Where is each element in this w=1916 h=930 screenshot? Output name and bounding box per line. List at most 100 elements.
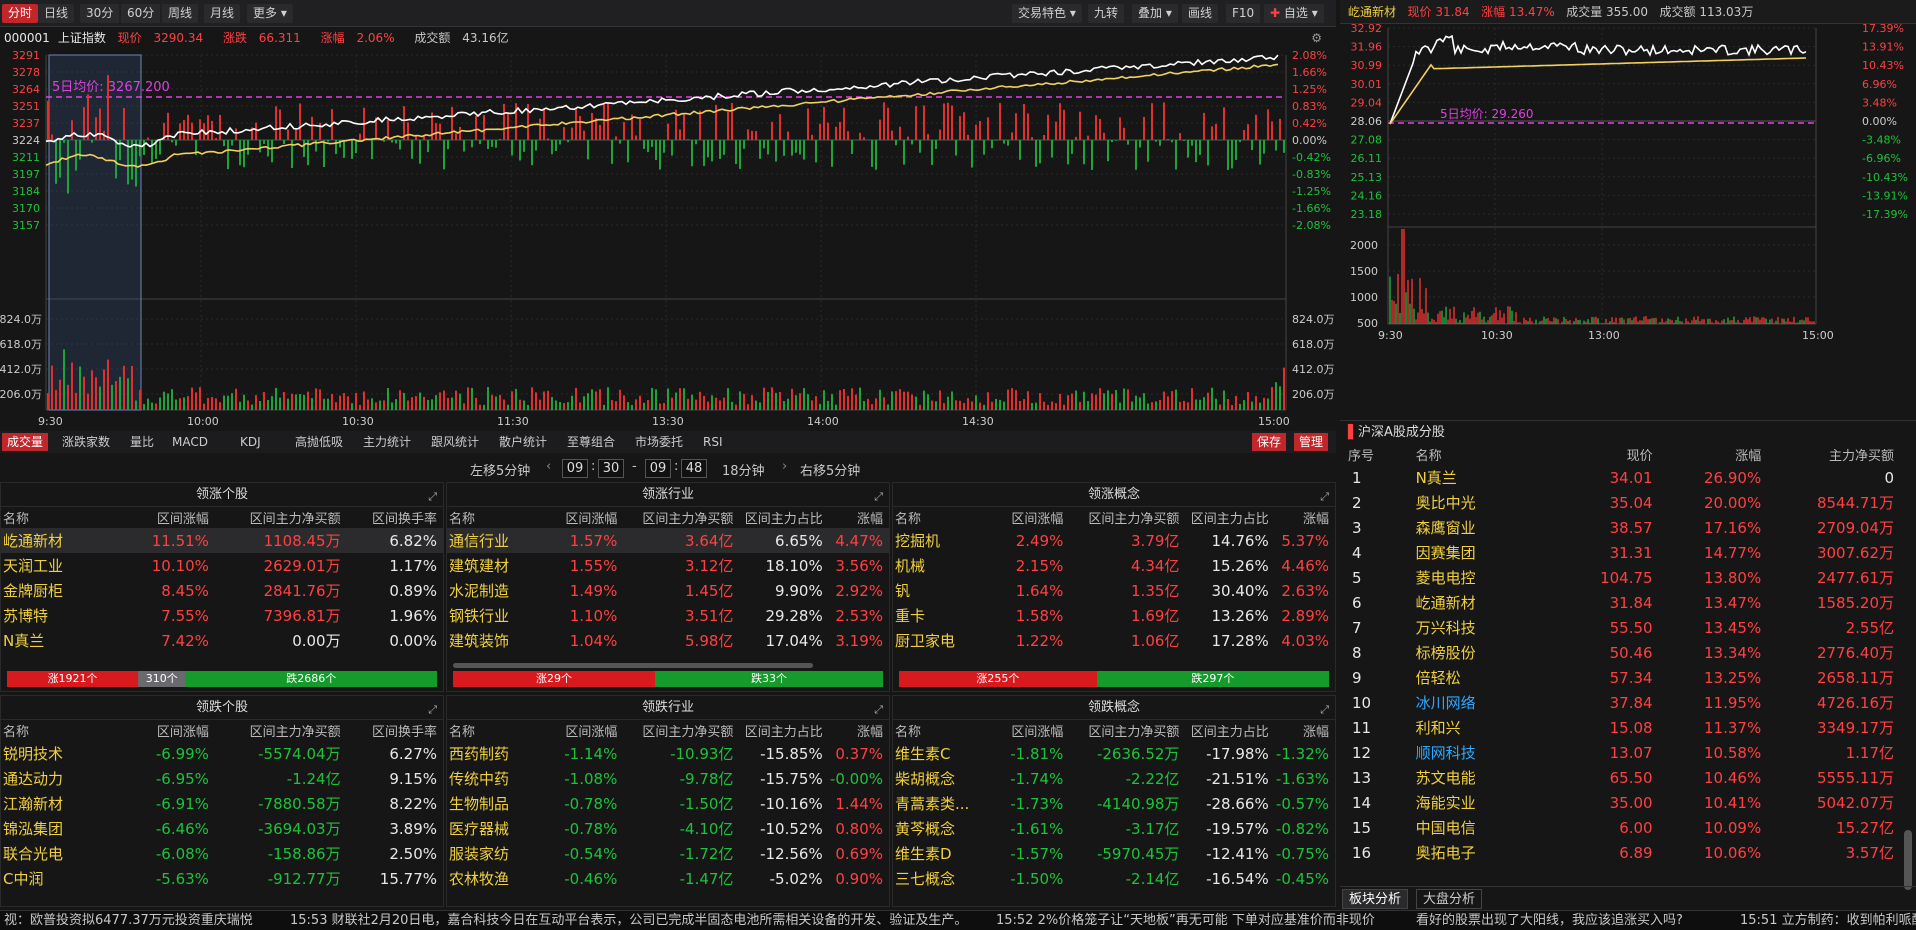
column-header[interactable]: 区间主力占比 [1185,720,1274,741]
expand-icon[interactable]: ⤢ [874,698,883,722]
table-row[interactable]: 农林牧渔 -0.46% -1.47亿 -5.02% 0.90% [447,866,889,891]
column-header[interactable]: 区间主力净买额 [1069,507,1185,528]
table-row[interactable]: 黄芩概念 -1.61% -3.17亿 -19.57% -0.82% [893,816,1335,841]
column-header[interactable]: 区间涨幅 [119,507,215,528]
indicator-tab[interactable]: 至尊组合 [562,433,620,451]
table-row[interactable]: 西药制药 -1.14% -10.93亿 -15.85% 0.37% [447,741,889,766]
end-minute-input[interactable]: 48 [681,459,707,478]
table-row[interactable]: 天润工业 10.10% 2629.01万 1.17% [1,553,443,578]
overlay-dropdown[interactable]: 叠加 ▾ [1132,4,1178,23]
column-header[interactable]: 区间涨幅 [989,720,1069,741]
list-item[interactable]: 13 苏文电能 65.50 10.46% 5555.11万 [1340,765,1900,790]
list-item[interactable]: 2 奥比中光 35.04 20.00% 8544.71万 [1340,490,1900,515]
ticker-item[interactable]: 视：欧普投资拟6477.37万元投资重庆瑞悦 [4,911,253,930]
start-hour-input[interactable]: 09 [562,459,588,478]
shift-left-button[interactable]: 左移5分钟 [470,460,530,479]
stock-intraday-chart[interactable]: 32.92 17.39% 31.96 13.91% 30.99 10.43% 30.01 6.… [1340,24,1916,416]
table-row[interactable]: 建筑建材 1.55% 3.12亿 18.10% 3.56% [447,553,889,578]
indicator-tab[interactable]: 散户统计 [494,433,552,451]
horizontal-scrollbar[interactable] [453,663,813,668]
table-row[interactable]: 锐明技术 -6.99% -5574.04万 6.27% [1,741,443,766]
list-item[interactable]: 3 森鹰窗业 38.57 17.16% 2709.04万 [1340,515,1900,540]
list-item[interactable]: 9 倍轻松 57.34 13.25% 2658.11万 [1340,665,1900,690]
table-row[interactable]: 江瀚新材 -6.91% -7880.58万 8.22% [1,791,443,816]
column-header[interactable]: 涨幅 [1275,720,1335,741]
table-row[interactable]: 厨卫家电 1.22% 1.06亿 17.28% 4.03% [893,628,1335,653]
nine-turn-button[interactable]: 九转 [1088,4,1125,23]
column-header[interactable]: 名称 [1,720,119,741]
indicator-tab[interactable]: KDJ [235,433,266,451]
table-row[interactable]: 通达动力 -6.95% -1.24亿 9.15% [1,766,443,791]
arrow-left-icon[interactable]: ‹ [546,459,551,474]
indicator-tab[interactable]: MACD [167,433,213,451]
column-header[interactable]: 区间主力净买额 [623,507,739,528]
list-item[interactable]: 7 万兴科技 55.50 13.45% 2.55亿 [1340,615,1900,640]
column-header[interactable]: 名称 [893,507,989,528]
column-header[interactable]: 区间换手率 [347,507,443,528]
settings-gear-icon[interactable]: ⚙ [1311,27,1322,49]
column-header[interactable]: 涨幅 [829,720,889,741]
column-header[interactable]: 区间主力净买额 [623,720,739,741]
table-row[interactable]: 维生素D -1.57% -5970.45万 -12.41% -0.75% [893,841,1335,866]
tab-60min[interactable]: 60分 [121,4,161,23]
start-minute-input[interactable]: 30 [598,459,624,478]
column-header[interactable]: 区间涨幅 [989,507,1069,528]
column-header[interactable]: 序号 [1340,444,1408,465]
column-header[interactable]: 涨幅 [829,507,889,528]
list-item[interactable]: 6 屹通新材 31.84 13.47% 1585.20万 [1340,590,1900,615]
list-item[interactable]: 11 利和兴 15.08 11.37% 3349.17万 [1340,715,1900,740]
table-row[interactable]: 苏博特 7.55% 7396.81万 1.96% [1,603,443,628]
table-row[interactable]: 挖掘机 2.49% 3.79亿 14.76% 5.37% [893,528,1335,553]
ticker-item[interactable]: 看好的股票出现了大阳线，我应该追涨买入吗? [1416,911,1683,930]
draw-line-button[interactable]: 画线 [1182,4,1219,23]
manage-button[interactable]: 管理 [1294,433,1329,451]
column-header[interactable]: 区间主力净买额 [1069,720,1185,741]
column-header[interactable]: 主力净买额 [1767,444,1900,465]
column-header[interactable]: 涨幅 [1659,444,1768,465]
tab-monthly[interactable]: 月线 [204,4,241,23]
tab-market-analysis[interactable]: 大盘分析 [1416,889,1483,909]
indicator-tab[interactable]: 市场委托 [630,433,688,451]
column-header[interactable]: 名称 [447,507,543,528]
table-row[interactable]: 重卡 1.58% 1.69亿 13.26% 2.89% [893,603,1335,628]
table-row[interactable]: N真兰 7.42% 0.00万 0.00% [1,628,443,653]
table-row[interactable]: 建筑装饰 1.04% 5.98亿 17.04% 3.19% [447,628,889,653]
indicator-tab[interactable]: 跟风统计 [426,433,484,451]
f10-button[interactable]: F10 [1226,4,1261,23]
expand-icon[interactable]: ⤢ [428,485,437,509]
list-item[interactable]: 15 中国电信 6.00 10.09% 15.27亿 [1340,815,1900,840]
tab-weekly[interactable]: 周线 [162,4,199,23]
column-header[interactable]: 区间涨幅 [543,507,623,528]
table-row[interactable]: 柴胡概念 -1.74% -2.22亿 -21.51% -1.63% [893,766,1335,791]
list-item[interactable]: 10 冰川网络 37.84 11.95% 4726.16万 [1340,690,1900,715]
ticker-item[interactable]: 15:52 2%价格笼子让“天地板”再无可能 下单对应基准价而非现价 [996,911,1375,930]
table-row[interactable]: 服装家纺 -0.54% -1.72亿 -12.56% 0.69% [447,841,889,866]
list-scrollbar[interactable] [1904,830,1912,890]
table-row[interactable]: 维生素C -1.81% -2636.52万 -17.98% -1.32% [893,741,1335,766]
column-header[interactable]: 现价 [1540,444,1658,465]
table-row[interactable]: 传统中药 -1.08% -9.78亿 -15.75% -0.00% [447,766,889,791]
list-item[interactable]: 1 N真兰 34.01 26.90% 0 [1340,465,1900,490]
column-header[interactable]: 涨幅 [1275,507,1335,528]
shift-right-button[interactable]: 右移5分钟 [800,460,860,479]
indicator-tab[interactable]: 成交量 [2,433,49,451]
column-header[interactable]: 名称 [447,720,543,741]
table-row[interactable]: 钢铁行业 1.10% 3.51亿 29.28% 2.53% [447,603,889,628]
tab-30min[interactable]: 30分 [80,4,120,23]
indicator-tab[interactable]: RSI [698,433,728,451]
save-button[interactable]: 保存 [1252,433,1287,451]
more-dropdown[interactable]: 更多 ▾ [247,4,293,23]
table-row[interactable]: C中润 -5.63% -912.77万 15.77% [1,866,443,891]
indicator-tab[interactable]: 量比 [125,433,159,451]
ticker-item[interactable]: 15:51 立方制药：收到帕利哌酮 [1740,911,1916,930]
list-item[interactable]: 16 奥拓电子 6.89 10.06% 3.57亿 [1340,840,1900,865]
column-header[interactable]: 区间主力占比 [739,720,828,741]
indicator-tab[interactable]: 主力统计 [358,433,416,451]
table-row[interactable]: 联合光电 -6.08% -158.86万 2.50% [1,841,443,866]
watchlist-button[interactable]: ✚ 自选 ▾ [1264,4,1324,23]
list-item[interactable]: 5 菱电电控 104.75 13.80% 2477.61万 [1340,565,1900,590]
column-header[interactable]: 区间主力净买额 [215,720,347,741]
column-header[interactable]: 区间主力净买额 [215,507,347,528]
table-row[interactable]: 机械 2.15% 4.34亿 15.26% 4.46% [893,553,1335,578]
table-row[interactable]: 三七概念 -1.50% -2.14亿 -16.54% -0.45% [893,866,1335,891]
